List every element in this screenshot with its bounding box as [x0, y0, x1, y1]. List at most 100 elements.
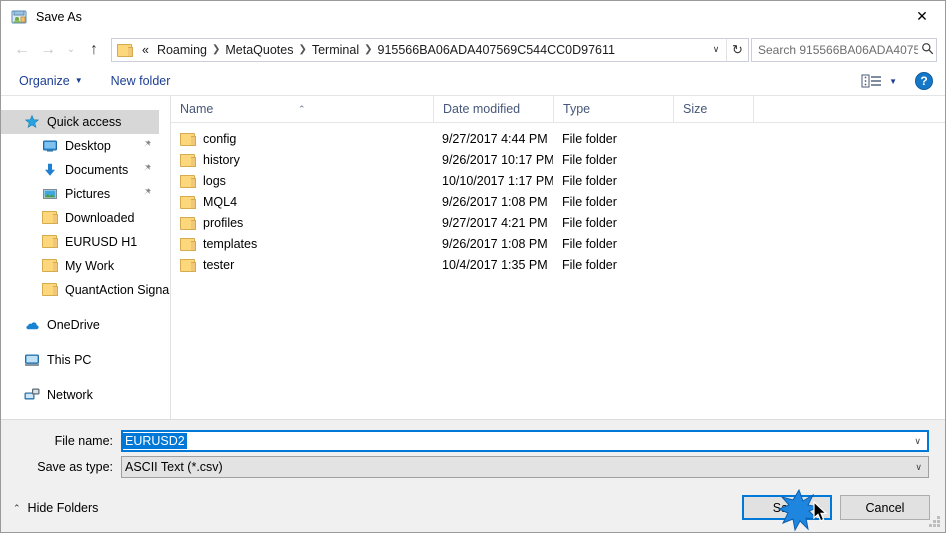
this-pc-icon [24, 352, 40, 368]
table-row[interactable]: MQL4 9/26/2017 1:08 PM File folder [171, 191, 945, 212]
folder-icon [180, 258, 196, 272]
column-header-size[interactable]: Size [673, 95, 753, 123]
address-bar[interactable]: « Roaming ❯ MetaQuotes ❯ Terminal ❯ 9155… [111, 37, 749, 62]
sidebar-item-pictures[interactable]: Pictures [1, 182, 170, 206]
file-date: 10/10/2017 1:17 PM [442, 173, 553, 188]
column-header-date-modified[interactable]: Date modified [433, 95, 553, 123]
folder-icon [180, 174, 196, 188]
recent-locations-icon[interactable]: ⌄ [61, 37, 81, 63]
sidebar-item-documents[interactable]: Documents [1, 158, 170, 182]
chevron-down-icon[interactable]: ∨ [706, 39, 726, 61]
onedrive-cloud-icon [24, 317, 40, 333]
pin-icon[interactable] [141, 139, 152, 153]
back-icon[interactable]: ← [9, 37, 35, 63]
breadcrumb-chevrons[interactable]: « [138, 39, 153, 61]
file-type: File folder [562, 215, 617, 230]
file-date: 9/27/2017 4:21 PM [442, 215, 548, 230]
sidebar-item-label: Desktop [65, 139, 111, 153]
sort-ascending-icon: ⌃ [298, 103, 306, 114]
sidebar-item-desktop[interactable]: Desktop [1, 134, 170, 158]
breadcrumb-separator: ❯ [298, 43, 307, 55]
folder-icon [180, 237, 196, 251]
up-icon[interactable]: ↑ [81, 37, 107, 63]
forward-icon[interactable]: → [35, 37, 61, 63]
file-list: Name ⌃ Date modified Type Size config 9/… [171, 95, 945, 419]
chevron-up-icon: ⌃ [13, 502, 21, 513]
save-as-dialog: Save As ✕ ← → ⌄ ↑ « Roaming ❯ MetaQuotes… [0, 0, 946, 533]
save-button[interactable]: Save [742, 495, 832, 520]
table-row[interactable]: templates 9/26/2017 1:08 PM File folder [171, 233, 945, 254]
desktop-icon [42, 138, 58, 154]
sidebar-item-downloaded[interactable]: Downloaded [1, 206, 170, 230]
dialog-body: Quick access Desktop Documents Pictures … [1, 95, 945, 419]
close-button[interactable]: ✕ [899, 1, 945, 31]
file-name-input[interactable]: EURUSD2 ∨ [121, 430, 929, 452]
folder-icon [180, 195, 196, 209]
save-as-type-row: Save as type: ASCII Text (*.csv) ∨ [1, 456, 945, 478]
view-options-icon[interactable] [861, 73, 883, 89]
sidebar-item-this-pc[interactable]: This PC [1, 348, 170, 372]
save-as-type-select[interactable]: ASCII Text (*.csv) ∨ [121, 456, 929, 478]
sidebar-item-label: Pictures [65, 187, 111, 201]
column-header-name-label: Name [180, 101, 214, 116]
documents-download-icon [42, 162, 58, 178]
file-date: 9/27/2017 4:44 PM [442, 131, 548, 146]
table-row[interactable]: config 9/27/2017 4:44 PM File folder [171, 128, 945, 149]
sidebar-item-eurusd-h1[interactable]: EURUSD H1 [1, 230, 170, 254]
folder-icon [180, 132, 196, 146]
table-row[interactable]: profiles 9/27/2017 4:21 PM File folder [171, 212, 945, 233]
column-header-name[interactable]: Name ⌃ [171, 96, 433, 123]
column-header-type[interactable]: Type [553, 95, 673, 123]
column-header-filler [753, 95, 945, 123]
sidebar-item-quick-access[interactable]: Quick access [1, 110, 159, 134]
sidebar-item-label: QuantAction Signal [65, 283, 171, 297]
sidebar-item-quantaction-signal[interactable]: QuantAction Signal [1, 278, 170, 302]
pin-icon[interactable] [141, 163, 152, 177]
file-name-cell: profiles [171, 216, 433, 230]
file-rows: config 9/27/2017 4:44 PM File folder his… [171, 123, 945, 275]
breadcrumb-metaquotes[interactable]: MetaQuotes [221, 39, 297, 61]
sidebar-item-network[interactable]: Network [1, 383, 170, 407]
search-icon [918, 42, 936, 58]
breadcrumb-roaming[interactable]: Roaming [153, 39, 211, 61]
sidebar-item-onedrive[interactable]: OneDrive [1, 313, 170, 337]
sidebar-item-label: Documents [65, 163, 129, 177]
search-input[interactable]: Search 915566BA06ADA40756... [751, 37, 937, 62]
organize-button[interactable]: Organize ▼ [11, 67, 91, 95]
file-type: File folder [562, 152, 617, 167]
pin-icon[interactable] [141, 187, 152, 201]
hide-folders-button[interactable]: ⌃ Hide Folders [13, 501, 98, 515]
sidebar-item-label: EURUSD H1 [65, 235, 138, 249]
table-row[interactable]: history 9/26/2017 10:17 PM File folder [171, 149, 945, 170]
sidebar-item-label: My Work [65, 259, 115, 273]
navigation-pane: Quick access Desktop Documents Pictures … [1, 96, 171, 419]
help-button[interactable]: ? [915, 72, 933, 90]
table-row[interactable]: logs 10/10/2017 1:17 PM File folder [171, 170, 945, 191]
file-name-cell: templates [171, 237, 433, 251]
sidebar-item-label: This PC [47, 353, 92, 367]
new-folder-button[interactable]: New folder [103, 67, 179, 95]
file-name: config [203, 131, 237, 146]
chevron-down-icon[interactable]: ∨ [914, 436, 921, 447]
file-name: templates [203, 236, 258, 251]
resize-grip[interactable] [928, 516, 941, 529]
chevron-down-icon[interactable]: ▼ [889, 77, 897, 86]
window-title: Save As [36, 9, 82, 24]
chevron-down-icon[interactable]: ∨ [915, 462, 922, 473]
table-row[interactable]: tester 10/4/2017 1:35 PM File folder [171, 254, 945, 275]
folder-icon [42, 258, 58, 274]
breadcrumb-terminal-id[interactable]: 915566BA06ADA407569C544CC0D97611 [374, 39, 619, 61]
file-type: File folder [562, 131, 617, 146]
cancel-button[interactable]: Cancel [840, 495, 930, 520]
folder-icon [42, 282, 58, 298]
network-icon [24, 387, 40, 403]
breadcrumb-terminal[interactable]: Terminal [308, 39, 363, 61]
file-name-cell: tester [171, 258, 433, 272]
sidebar-item-label: OneDrive [47, 318, 100, 332]
file-name-cell: config [171, 132, 433, 146]
file-date: 10/4/2017 1:35 PM [442, 257, 548, 272]
refresh-icon[interactable]: ↻ [726, 38, 748, 61]
sidebar-item-my-work[interactable]: My Work [1, 254, 170, 278]
